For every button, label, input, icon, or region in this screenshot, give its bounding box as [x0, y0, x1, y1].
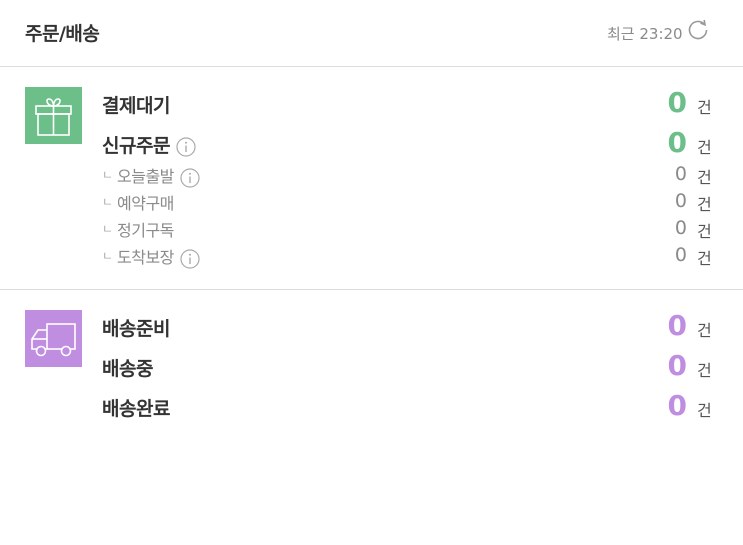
preparing-count[interactable]: 0	[668, 309, 687, 342]
new-order-count[interactable]: 0	[668, 126, 687, 159]
order-row-payment-wait[interactable]: 결제대기 0 건	[0, 86, 743, 119]
shipping-row-in-transit[interactable]: 배송중 0 건	[0, 349, 743, 382]
today-ship-label: 오늘출발	[117, 167, 174, 186]
payment-wait-count[interactable]: 0	[668, 86, 687, 119]
branch-icon: ㄴ	[102, 222, 114, 236]
arrival-guarantee-label: 도착보장	[117, 248, 174, 267]
shipping-section: 배송준비 0 건 배송중 0 건 배송완료 0 건	[0, 290, 743, 430]
order-row-reservation[interactable]: ㄴ 예약구매 0 건	[0, 189, 743, 214]
reservation-unit: 건	[697, 195, 712, 214]
reservation-label: 예약구매	[117, 194, 174, 213]
today-ship-label-wrap: 오늘출발	[117, 163, 200, 188]
in-transit-count[interactable]: 0	[668, 349, 687, 382]
new-order-label-wrap: 신규주문	[102, 131, 196, 158]
payment-wait-label: 결제대기	[102, 95, 170, 117]
arrival-guarantee-label-wrap: 도착보장	[117, 244, 200, 269]
subscription-count[interactable]: 0	[675, 217, 687, 239]
panel-header: 주문/배송 최근 23:20	[0, 0, 743, 67]
branch-icon: ㄴ	[102, 168, 114, 182]
new-order-label: 신규주문	[102, 135, 170, 157]
reservation-count[interactable]: 0	[675, 190, 687, 212]
subscription-unit: 건	[697, 222, 712, 241]
today-ship-count[interactable]: 0	[675, 163, 687, 185]
info-icon[interactable]	[180, 167, 200, 188]
preparing-label: 배송준비	[102, 318, 170, 340]
today-ship-unit: 건	[697, 168, 712, 187]
order-row-subscription[interactable]: ㄴ 정기구독 0 건	[0, 216, 743, 241]
completed-label: 배송완료	[102, 398, 170, 420]
payment-wait-unit: 건	[697, 98, 712, 117]
refresh-icon[interactable]	[687, 19, 709, 41]
shipping-row-completed[interactable]: 배송완료 0 건	[0, 389, 743, 422]
orders-section: 결제대기 0 건 신규주문 0 건 ㄴ 오늘출발 0 건 ㄴ 예약구매 0 건 …	[0, 67, 743, 290]
shipping-row-preparing[interactable]: 배송준비 0 건	[0, 309, 743, 342]
info-icon[interactable]	[176, 136, 196, 157]
subscription-label: 정기구독	[117, 221, 174, 240]
last-updated-time: 최근 23:20	[607, 25, 683, 43]
arrival-guarantee-unit: 건	[697, 249, 712, 268]
order-row-arrival-guarantee[interactable]: ㄴ 도착보장 0 건	[0, 243, 743, 269]
arrival-guarantee-count[interactable]: 0	[675, 244, 687, 266]
in-transit-label: 배송중	[102, 358, 153, 380]
order-row-new-order[interactable]: 신규주문 0 건	[0, 126, 743, 159]
completed-unit: 건	[697, 401, 712, 420]
info-icon[interactable]	[180, 248, 200, 269]
order-row-today-ship[interactable]: ㄴ 오늘출발 0 건	[0, 162, 743, 188]
branch-icon: ㄴ	[102, 195, 114, 209]
preparing-unit: 건	[697, 321, 712, 340]
new-order-unit: 건	[697, 138, 712, 157]
panel-title: 주문/배송	[25, 23, 100, 45]
completed-count[interactable]: 0	[668, 389, 687, 422]
branch-icon: ㄴ	[102, 249, 114, 263]
in-transit-unit: 건	[697, 361, 712, 380]
